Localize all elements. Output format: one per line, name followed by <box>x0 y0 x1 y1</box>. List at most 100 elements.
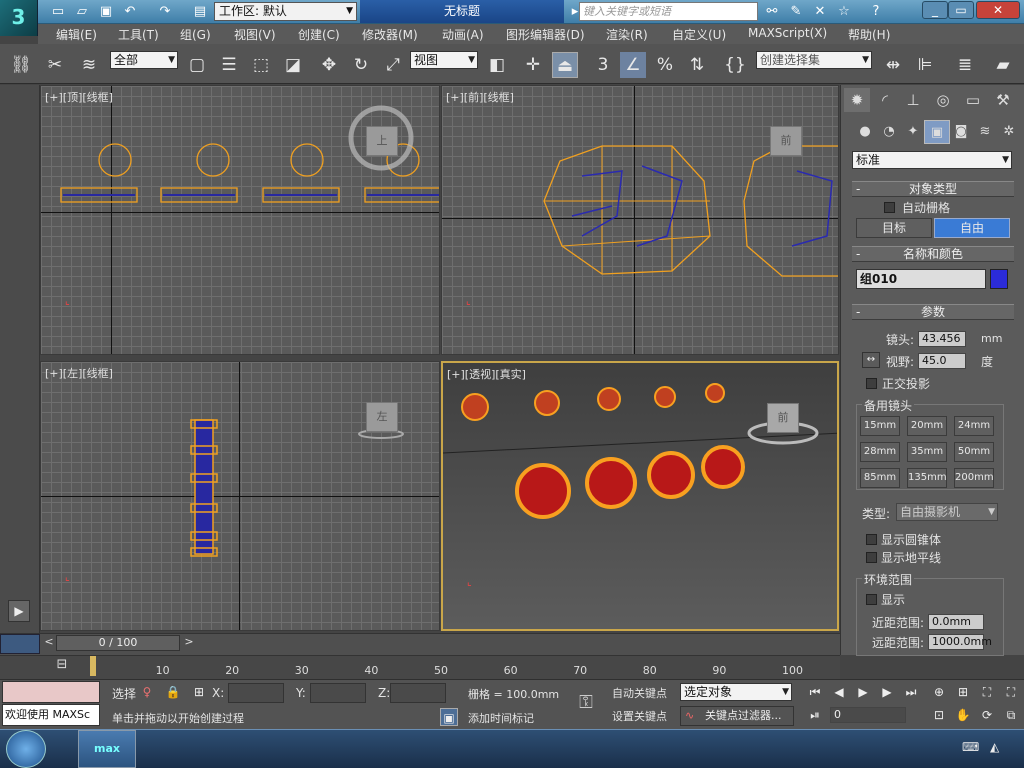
near-range-spinner[interactable]: 0.0mm <box>928 614 984 630</box>
viewcube[interactable]: 左 <box>366 402 398 432</box>
rotate-icon[interactable]: ↻ <box>348 52 374 78</box>
search-input[interactable]: 键入关键字或短语 <box>579 2 758 21</box>
network-tray-icon[interactable]: ◭ <box>990 740 1010 758</box>
viewcube[interactable]: 前 <box>767 403 799 433</box>
viewport-left[interactable]: [+][左][线框] 左 ⌞ <box>40 361 440 631</box>
hierarchy-tab-icon[interactable]: ⊥ <box>900 88 926 112</box>
graphite-tools-icon[interactable]: ▰ <box>990 52 1016 78</box>
exchange-icon[interactable]: ✕ <box>810 3 830 21</box>
rollout-object-type[interactable]: - 对象类型 <box>852 181 1014 197</box>
prev-key-icon[interactable]: ◀ <box>830 683 848 701</box>
object-name-input[interactable]: 组010 <box>856 269 986 289</box>
category-dropdown[interactable]: 标准 ▼ <box>852 151 1012 169</box>
keyboard-shortcut-override-icon[interactable]: ⏏ <box>552 52 578 78</box>
absolute-mode-icon[interactable]: ⊞ <box>190 683 208 701</box>
menu-customize[interactable]: 自定义(U) <box>672 26 726 43</box>
viewcube[interactable]: 上 <box>366 126 398 156</box>
lens-spinner[interactable]: 43.456 <box>918 331 966 347</box>
helpers-icon[interactable]: ◙ <box>948 120 974 144</box>
next-frame-arrow-icon[interactable]: > <box>182 635 196 651</box>
reference-coord-dropdown[interactable]: 视图 ▼ <box>410 51 478 69</box>
set-key-icon[interactable]: ⚿ <box>568 686 604 720</box>
z-coord-input[interactable] <box>390 683 446 703</box>
undo-icon[interactable]: ↶ <box>120 3 140 21</box>
key-mode-toggle-icon[interactable]: ⏯ <box>806 706 824 724</box>
viewport-top[interactable]: [+][顶][线框] 上 ⌞ <box>40 85 440 355</box>
display-tab-icon[interactable]: ▭ <box>960 88 986 112</box>
maxscript-listener-box[interactable] <box>2 681 100 703</box>
prev-frame-arrow-icon[interactable]: < <box>42 635 56 651</box>
autogrid-checkbox[interactable] <box>884 202 895 213</box>
redo-icon[interactable]: ↷ <box>155 3 175 21</box>
zoom-region-icon[interactable]: ⊡ <box>930 706 948 724</box>
time-tag-icon[interactable]: ▣ <box>440 708 458 726</box>
orthographic-checkbox[interactable] <box>866 378 877 389</box>
app-logo-button[interactable]: 3 <box>0 0 38 36</box>
help-icon[interactable]: ? <box>866 3 886 21</box>
lens-15mm-button[interactable]: 15mm <box>860 416 900 436</box>
rect-selection-icon[interactable]: ⬚ <box>248 52 274 78</box>
create-tab-icon[interactable]: ✹ <box>844 88 870 112</box>
fov-spinner[interactable]: 45.0 <box>918 353 966 369</box>
viewport-layout-icon[interactable] <box>0 634 40 654</box>
camera-type-dropdown[interactable]: 自由摄影机 ▼ <box>896 503 998 521</box>
unlink-icon[interactable]: ✂ <box>42 52 68 78</box>
go-to-end-icon[interactable]: ⏭ <box>902 683 920 701</box>
menu-tools[interactable]: 工具(T) <box>118 26 159 43</box>
new-file-icon[interactable]: ▭ <box>48 3 68 21</box>
select-by-name-icon[interactable]: ☰ <box>216 52 242 78</box>
snaps-toggle-icon[interactable]: 3 <box>590 52 616 78</box>
env-show-checkbox[interactable] <box>866 594 877 605</box>
layer-manager-icon[interactable]: ≣ <box>952 52 978 78</box>
menu-modifiers[interactable]: 修改器(M) <box>362 26 418 43</box>
show-cone-checkbox[interactable] <box>866 534 877 545</box>
lens-50mm-button[interactable]: 50mm <box>954 442 994 462</box>
viewport-perspective[interactable]: [+][透视][真实] 前 ⌞ <box>441 361 839 631</box>
systems-icon[interactable]: ✲ <box>996 120 1022 144</box>
maximize-viewport-icon[interactable]: ⧉ <box>1002 706 1020 724</box>
percent-snap-icon[interactable]: % <box>652 52 678 78</box>
project-folder-icon[interactable]: ▤ <box>190 3 210 21</box>
viewcube[interactable]: 前 <box>770 126 802 156</box>
rollout-parameters[interactable]: - 参数 <box>852 304 1014 320</box>
menu-graph-editors[interactable]: 图形编辑器(D) <box>506 26 585 43</box>
add-time-tag-button[interactable]: 添加时间标记 <box>468 710 534 726</box>
auto-key-button[interactable]: 自动关键点 <box>612 685 667 701</box>
menu-group[interactable]: 组(G) <box>180 26 211 43</box>
x-coord-input[interactable] <box>228 683 284 703</box>
set-key-button[interactable]: 设置关键点 <box>612 708 667 724</box>
spacewarps-icon[interactable]: ≋ <box>972 120 998 144</box>
angle-snap-icon[interactable]: ∠ <box>620 52 646 78</box>
menu-maxscript[interactable]: MAXScript(X) <box>748 26 827 40</box>
rollout-name-color[interactable]: - 名称和颜色 <box>852 246 1014 262</box>
edit-named-selection-icon[interactable]: {} <box>722 52 748 78</box>
fov-direction-icon[interactable]: ↔ <box>862 352 880 368</box>
maximize-button[interactable]: ▭ <box>948 1 974 19</box>
utilities-tab-icon[interactable]: ⚒ <box>990 88 1016 112</box>
key-filters-button[interactable]: ∿ 关键点过滤器... <box>680 706 794 726</box>
lens-135mm-button[interactable]: 135mm <box>907 468 947 488</box>
mirror-icon[interactable]: ⇹ <box>880 52 906 78</box>
object-color-swatch[interactable] <box>990 269 1008 289</box>
save-icon[interactable]: ▣ <box>96 3 116 21</box>
lens-24mm-button[interactable]: 24mm <box>954 416 994 436</box>
zoom-extents-all-icon[interactable]: ⛶ <box>1002 683 1020 701</box>
menu-edit[interactable]: 编辑(E) <box>56 26 97 43</box>
lens-28mm-button[interactable]: 28mm <box>860 442 900 462</box>
show-horizon-checkbox[interactable] <box>866 552 877 563</box>
far-range-spinner[interactable]: 1000.0mm <box>928 634 992 650</box>
pivot-center-icon[interactable]: ◧ <box>484 52 510 78</box>
keyboard-tray-icon[interactable]: ⌨ <box>962 740 982 758</box>
motion-tab-icon[interactable]: ◎ <box>930 88 956 112</box>
lens-200mm-button[interactable]: 200mm <box>954 468 994 488</box>
binoculars-icon[interactable]: ⚯ <box>762 3 782 21</box>
zoom-extents-icon[interactable]: ⛶ <box>978 683 996 701</box>
window-crossing-icon[interactable]: ◪ <box>280 52 306 78</box>
time-slider[interactable]: 0 / 100 <box>56 635 180 651</box>
spinner-snap-icon[interactable]: ⇅ <box>684 52 710 78</box>
menu-views[interactable]: 视图(V) <box>234 26 276 43</box>
lens-35mm-button[interactable]: 35mm <box>907 442 947 462</box>
key-tool-icon[interactable]: ✎ <box>786 3 806 21</box>
target-camera-button[interactable]: 目标 <box>856 218 932 238</box>
move-icon[interactable]: ✥ <box>316 52 342 78</box>
